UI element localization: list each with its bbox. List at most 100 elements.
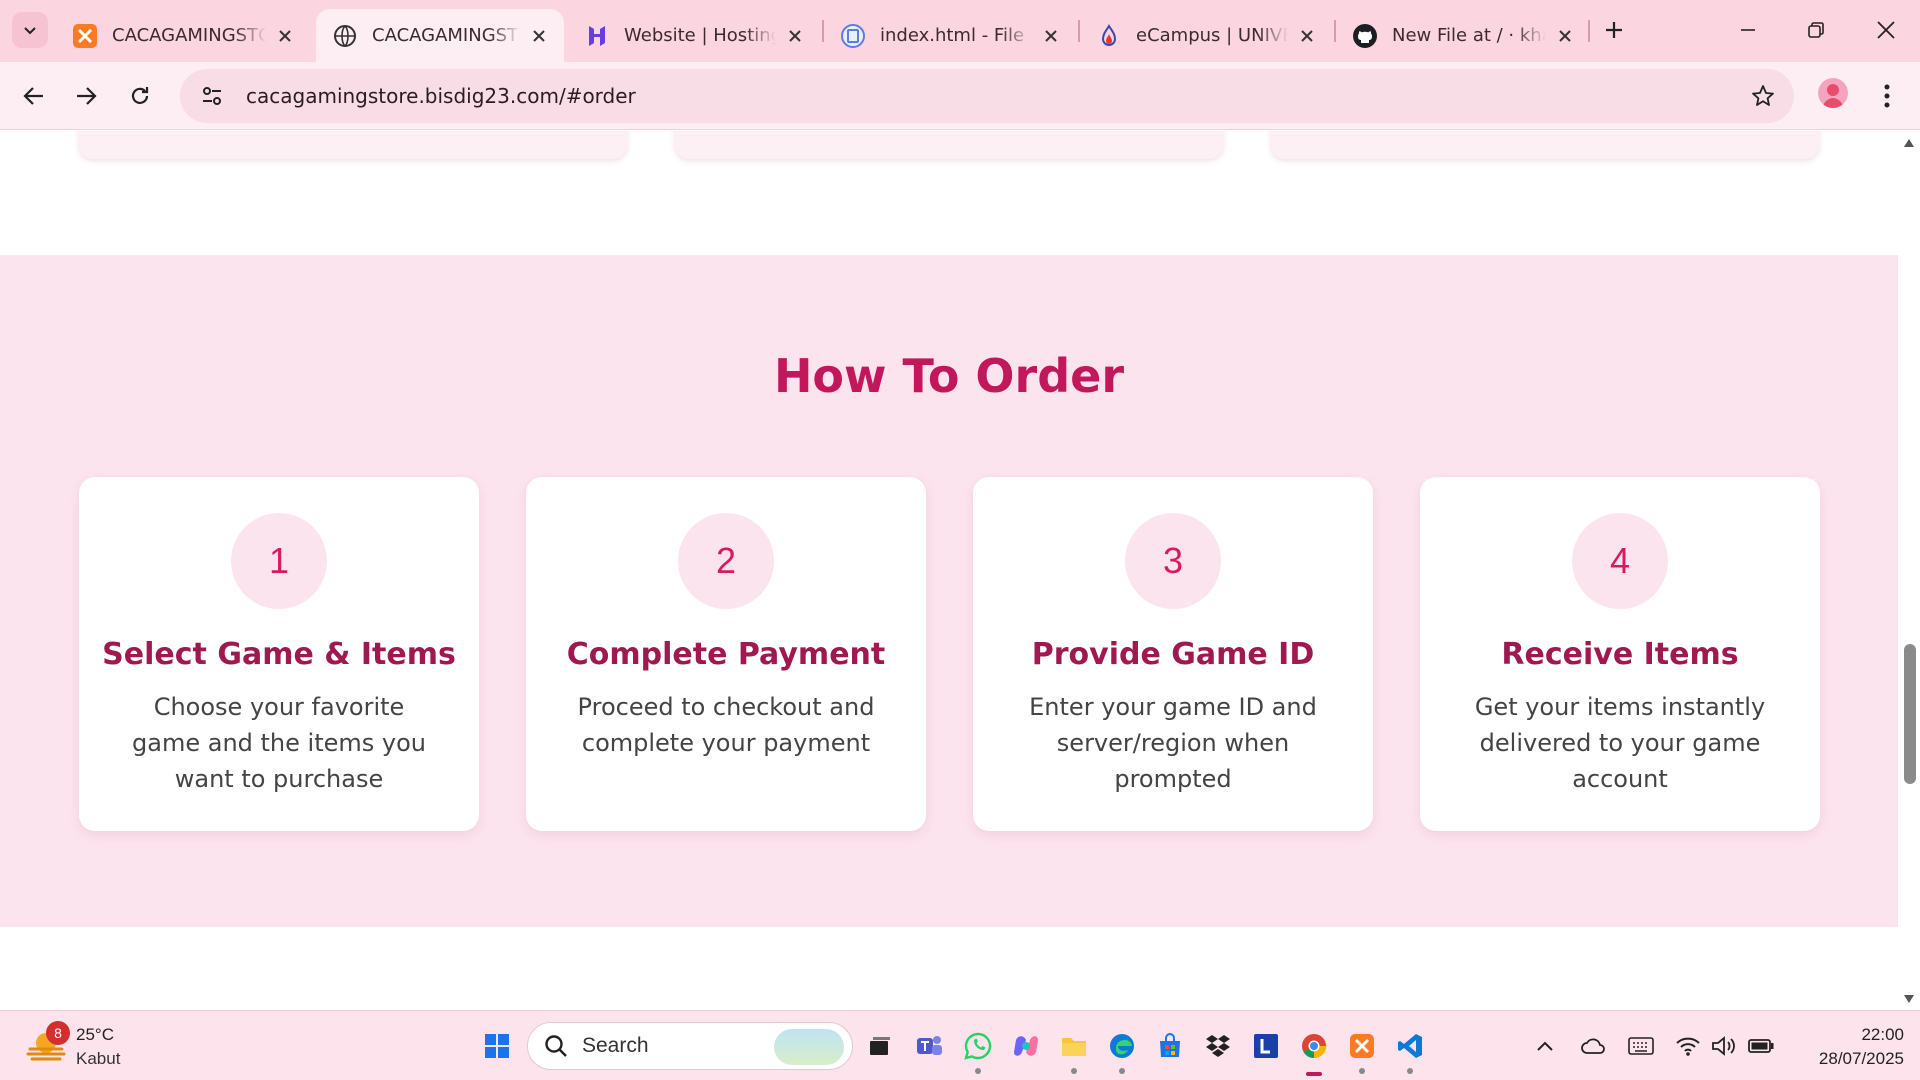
site-info-icon[interactable] xyxy=(192,76,232,116)
minimize-button[interactable] xyxy=(1726,10,1770,50)
l-app-button[interactable] xyxy=(1246,1026,1286,1066)
tab-title: eCampus | UNIVERSITAS xyxy=(1136,25,1288,46)
xampp-icon xyxy=(72,23,98,49)
tab-cacagamingstore-2[interactable]: CACAGAMINGSTORE xyxy=(316,9,564,62)
close-icon[interactable] xyxy=(1296,25,1318,47)
reload-icon xyxy=(131,87,149,104)
start-button[interactable] xyxy=(477,1026,517,1066)
xampp-app-button[interactable] xyxy=(1342,1026,1382,1074)
step-description: Choose your favorite game and the items … xyxy=(132,693,426,793)
task-view-button[interactable] xyxy=(860,1026,900,1066)
page-viewport: How To Order 1 Select Game & Items Choos… xyxy=(0,131,1898,1010)
edge-app-button[interactable] xyxy=(1102,1026,1142,1074)
reload-button[interactable] xyxy=(120,76,160,116)
wifi-tray-button[interactable] xyxy=(1673,1031,1703,1061)
scrollbar-thumb[interactable] xyxy=(1904,644,1916,784)
url-text[interactable]: cacagamingstore.bisdig23.com/#order xyxy=(246,84,636,108)
vscode-icon xyxy=(1398,1034,1422,1058)
file-explorer-button[interactable] xyxy=(1054,1026,1094,1074)
tab-index-html[interactable]: index.html - File - Hostinger xyxy=(824,9,1076,62)
ecampus-icon xyxy=(1096,23,1122,49)
copilot-app-button[interactable] xyxy=(1006,1026,1046,1066)
step-description: Proceed to checkout and complete your pa… xyxy=(577,693,875,757)
system-clock[interactable]: 22:00 28/07/2025 xyxy=(1784,1023,1904,1071)
cloud-icon xyxy=(1581,1038,1605,1054)
scroll-up-arrow-icon[interactable] xyxy=(1903,137,1915,149)
battery-tray-button[interactable] xyxy=(1746,1031,1776,1061)
close-icon[interactable] xyxy=(1554,25,1576,47)
tab-title: Website | Hostinger xyxy=(624,25,776,46)
forward-button[interactable] xyxy=(66,76,106,116)
close-icon[interactable] xyxy=(528,25,550,47)
battery-icon xyxy=(1748,1039,1774,1053)
tab-title: CACAGAMINGSTORE xyxy=(372,25,520,46)
close-icon xyxy=(1877,21,1895,39)
browser-tab-bar: CACAGAMINGSTORE CACAGAMINGSTORE Website … xyxy=(0,0,1920,62)
volume-tray-button[interactable] xyxy=(1709,1031,1739,1061)
taskbar-search[interactable]: Search xyxy=(527,1022,853,1070)
new-tab-button[interactable] xyxy=(1598,14,1630,46)
teams-app-button[interactable] xyxy=(909,1026,949,1066)
hostinger-icon xyxy=(584,23,610,49)
windows-taskbar: 8 25°C Kabut Search 22:00 28/07/2025 xyxy=(0,1010,1920,1080)
chrome-app-button[interactable] xyxy=(1294,1026,1334,1076)
close-icon[interactable] xyxy=(784,25,806,47)
search-highlight-image xyxy=(774,1029,844,1065)
running-indicator xyxy=(1407,1068,1413,1074)
back-button[interactable] xyxy=(14,76,54,116)
dropbox-app-button[interactable] xyxy=(1198,1026,1238,1066)
close-icon[interactable] xyxy=(1040,25,1062,47)
step-number: 1 xyxy=(231,513,327,609)
letter-l-app-icon xyxy=(1254,1034,1278,1058)
running-indicator xyxy=(1071,1068,1077,1074)
previous-section-card xyxy=(79,131,627,159)
step-title: Complete Payment xyxy=(566,637,886,672)
chrome-icon xyxy=(1302,1034,1326,1058)
step-card-2: 2 Complete Payment Proceed to checkout a… xyxy=(526,477,926,831)
step-card-1: 1 Select Game & Items Choose your favori… xyxy=(79,477,479,831)
more-vertical-icon xyxy=(1884,84,1890,108)
running-indicator xyxy=(1119,1068,1125,1074)
tab-separator xyxy=(1588,20,1590,42)
browser-menu-button[interactable] xyxy=(1872,76,1902,116)
chevron-down-icon xyxy=(24,27,36,35)
running-indicator xyxy=(1359,1068,1365,1074)
xampp-icon xyxy=(1350,1034,1374,1058)
profile-avatar[interactable] xyxy=(1818,78,1848,108)
wifi-icon xyxy=(1676,1037,1700,1056)
step-description: Enter your game ID and server/region whe… xyxy=(1029,693,1317,793)
scroll-down-arrow-icon[interactable] xyxy=(1903,993,1915,1005)
arrow-right-icon xyxy=(77,87,97,105)
restore-icon xyxy=(1808,22,1824,38)
restore-button[interactable] xyxy=(1794,10,1838,50)
keyboard-icon xyxy=(1628,1037,1654,1055)
tab-cacagamingstore-1[interactable]: CACAGAMINGSTORE xyxy=(56,9,310,62)
file-manager-icon xyxy=(840,23,866,49)
close-window-button[interactable] xyxy=(1864,10,1908,50)
weather-temperature: 25°C xyxy=(76,1025,114,1044)
tab-title: index.html - File - Hostinger xyxy=(880,25,1032,46)
address-bar[interactable]: cacagamingstore.bisdig23.com/#order xyxy=(180,69,1794,123)
store-app-button[interactable] xyxy=(1150,1026,1190,1066)
weather-widget[interactable]: 8 25°C Kabut xyxy=(26,1021,176,1071)
tab-ecampus[interactable]: eCampus | UNIVERSITAS xyxy=(1080,9,1332,62)
tab-search-button[interactable] xyxy=(12,12,48,48)
whatsapp-app-button[interactable] xyxy=(958,1026,998,1074)
search-label: Search xyxy=(582,1034,649,1057)
step-number: 2 xyxy=(678,513,774,609)
onedrive-tray-button[interactable] xyxy=(1578,1031,1608,1061)
tab-hostinger[interactable]: Website | Hostinger xyxy=(568,9,820,62)
copilot-icon xyxy=(1014,1036,1038,1056)
previous-section-card xyxy=(675,131,1223,159)
person-icon xyxy=(1822,84,1844,108)
bookmark-star-icon[interactable] xyxy=(1748,81,1778,111)
notification-badge: 8 xyxy=(46,1021,70,1045)
show-hidden-icons-button[interactable] xyxy=(1530,1031,1560,1061)
browser-toolbar: cacagamingstore.bisdig23.com/#order xyxy=(0,62,1920,130)
vscode-app-button[interactable] xyxy=(1390,1026,1430,1074)
tab-github[interactable]: New File at / · khan xyxy=(1336,9,1590,62)
close-icon[interactable] xyxy=(274,25,296,47)
previous-section-card xyxy=(1271,131,1819,159)
keyboard-tray-button[interactable] xyxy=(1626,1031,1656,1061)
page-scrollbar[interactable] xyxy=(1898,131,1920,1010)
